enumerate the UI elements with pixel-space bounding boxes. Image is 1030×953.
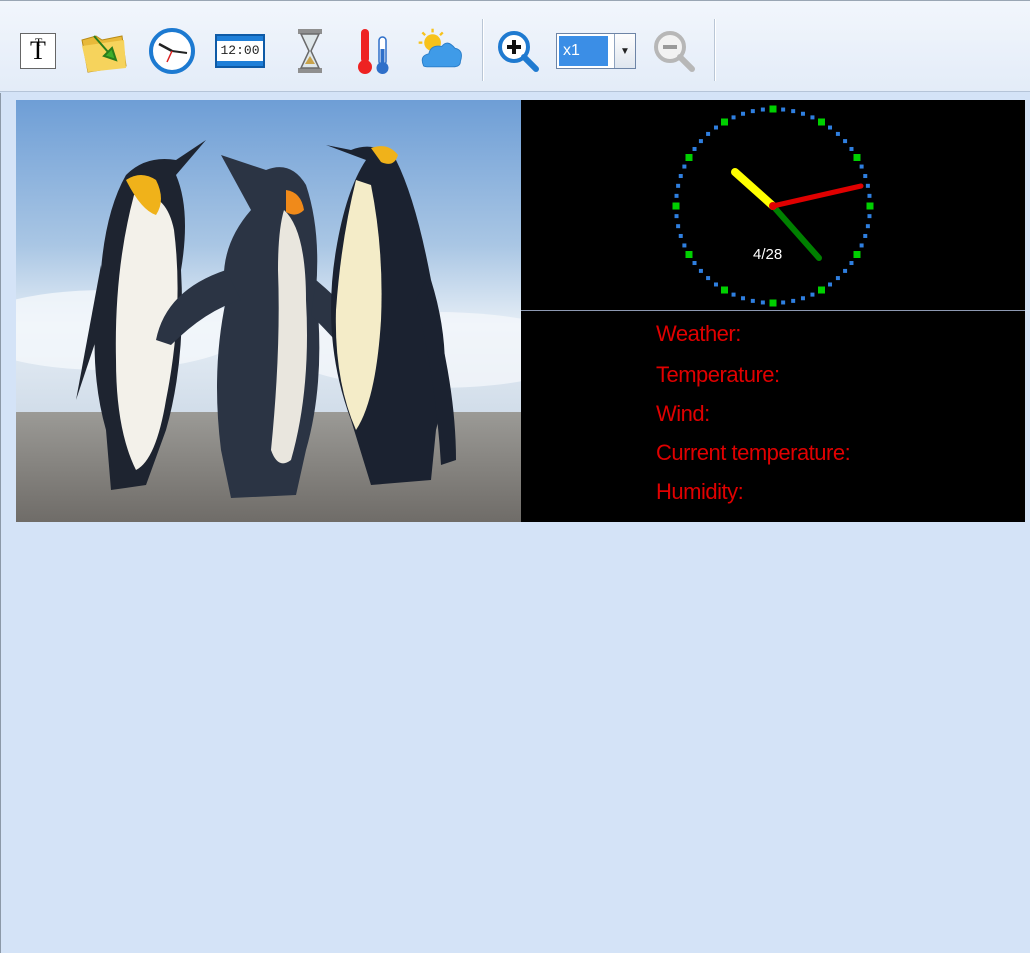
digital-clock-icon: 12:00 <box>215 34 265 68</box>
minute-dot <box>676 224 681 229</box>
weather-panel[interactable]: Weather: Temperature: Wind: Current temp… <box>521 311 1025 522</box>
minute-dot <box>863 174 868 179</box>
canvas-left-edge <box>0 93 10 953</box>
photo-panel[interactable] <box>16 100 521 522</box>
analog-clock-button[interactable] <box>146 23 198 79</box>
minute-dot <box>849 146 854 151</box>
zoom-in-button[interactable] <box>492 23 544 79</box>
zoom-level-value: x1 <box>559 36 608 66</box>
minute-dot <box>674 193 679 198</box>
analog-clock-panel[interactable]: 4/28 <box>521 100 1025 310</box>
hour-mark <box>685 154 693 161</box>
minute-dot <box>867 214 872 219</box>
minute-dot <box>865 224 870 229</box>
minute-dot <box>810 292 815 297</box>
minute-dot <box>713 125 718 130</box>
minute-dot <box>731 292 736 297</box>
minute-dot <box>676 183 681 188</box>
minute-dot <box>698 139 703 144</box>
minute-hand <box>770 183 864 209</box>
hour-mark <box>853 251 861 258</box>
hour-mark <box>769 105 777 113</box>
toolbar-separator <box>482 19 483 81</box>
hour-mark <box>818 118 825 126</box>
minute-dot <box>791 298 796 303</box>
text-tool-button[interactable]: TT <box>12 23 64 79</box>
minute-dot <box>698 268 703 273</box>
toolbar: TT 12:00 x1 ▼ <box>0 0 1030 92</box>
minute-dot <box>731 115 736 120</box>
minute-dot <box>760 107 765 112</box>
minute-dot <box>692 261 697 266</box>
minute-dot <box>678 233 683 238</box>
minute-dot <box>760 300 765 305</box>
toolbar-separator <box>714 19 715 81</box>
zoom-in-icon <box>498 31 539 72</box>
penguins-image <box>16 100 521 522</box>
minute-dot <box>859 164 864 169</box>
hour-mark <box>866 202 874 210</box>
minute-dot <box>781 107 786 112</box>
hour-mark <box>769 299 777 307</box>
hour-mark <box>853 154 861 161</box>
minute-dot <box>750 109 755 114</box>
minute-dot <box>692 146 697 151</box>
minute-dot <box>810 115 815 120</box>
digital-clock-label: 12:00 <box>217 41 263 61</box>
zoom-out-button[interactable] <box>648 23 700 79</box>
clock-date-label: 4/28 <box>753 246 783 263</box>
minute-dot <box>682 243 687 248</box>
clock-icon <box>149 28 195 74</box>
minute-dot <box>828 282 833 287</box>
minute-dot <box>835 276 840 281</box>
digital-clock-button[interactable]: 12:00 <box>214 23 266 79</box>
minute-dot <box>867 193 872 198</box>
minute-dot <box>859 243 864 248</box>
wind-label: Wind: <box>656 401 710 426</box>
minute-dot <box>706 276 711 281</box>
minute-dot <box>843 139 848 144</box>
minute-dot <box>682 164 687 169</box>
minute-dot <box>741 296 746 301</box>
minute-dot <box>843 268 848 273</box>
hour-mark <box>721 118 728 126</box>
text-icon: TT <box>20 33 56 69</box>
minute-dot <box>741 111 746 116</box>
zoom-level-select[interactable]: x1 ▼ <box>556 33 636 69</box>
minute-dot <box>863 233 868 238</box>
hour-hand <box>731 168 777 210</box>
minute-dot <box>674 214 679 219</box>
minute-dot <box>678 174 683 179</box>
temperature-label: Temperature: <box>656 362 780 387</box>
minute-dot <box>865 183 870 188</box>
zoom-out-icon <box>654 31 695 72</box>
hour-mark <box>685 251 693 258</box>
hour-mark <box>672 202 680 210</box>
minute-dot <box>849 261 854 266</box>
folder-icon <box>81 35 127 73</box>
minute-dot <box>791 109 796 114</box>
weather-icon <box>418 28 462 68</box>
hour-mark <box>721 286 728 294</box>
chevron-down-icon[interactable]: ▼ <box>614 34 635 68</box>
hourglass-icon <box>298 29 322 73</box>
humidity-label: Humidity: <box>656 479 744 504</box>
temperature-button[interactable] <box>348 23 400 79</box>
hour-mark <box>818 286 825 294</box>
minute-dot <box>713 282 718 287</box>
minute-dot <box>800 296 805 301</box>
minute-dot <box>706 131 711 136</box>
minute-dot <box>828 125 833 130</box>
minute-dot <box>800 111 805 116</box>
minute-dot <box>750 298 755 303</box>
timer-button[interactable] <box>284 23 336 79</box>
thermometer-icon <box>358 29 389 74</box>
weather-button[interactable] <box>414 23 466 79</box>
minute-dot <box>835 131 840 136</box>
minute-dot <box>781 300 786 305</box>
open-folder-button[interactable] <box>78 23 130 79</box>
clock-face <box>672 105 874 307</box>
current-temperature-label: Current temperature: <box>656 440 851 465</box>
weather-label: Weather: <box>656 321 741 346</box>
